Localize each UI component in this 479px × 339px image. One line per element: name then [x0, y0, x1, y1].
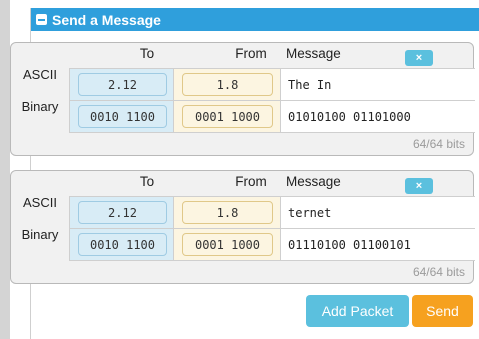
packet-grid: 2.12 1.8 ternet 0010 1100 0001 1000 0111…: [69, 196, 475, 261]
to-binary-value: 0010 1100: [78, 105, 167, 128]
add-packet-button[interactable]: Add Packet: [306, 295, 409, 327]
packet-card: To From Message × ASCII Binary 2.12 1.8 …: [10, 170, 475, 284]
to-column-header: To: [139, 46, 155, 61]
left-scroll-gutter: [0, 0, 10, 339]
remove-packet-button[interactable]: ×: [405, 178, 433, 194]
collapse-minus-icon[interactable]: [36, 14, 47, 25]
ascii-row-label: ASCII: [23, 195, 57, 210]
to-binary-value: 0010 1100: [78, 233, 167, 256]
packet-card: To From Message × ASCII Binary 2.12 1.8 …: [10, 42, 475, 156]
bit-count: 64/64 bits: [412, 265, 465, 279]
from-address-input[interactable]: 1.8: [182, 73, 273, 96]
ascii-from-cell: 1.8: [174, 69, 281, 101]
from-address-input[interactable]: 1.8: [182, 201, 273, 224]
message-column-header: Message: [286, 46, 341, 61]
binary-row-label: Binary: [21, 227, 59, 242]
ascii-to-cell: 2.12: [69, 197, 174, 229]
from-binary-value: 0001 1000: [182, 105, 273, 128]
ascii-row-label: ASCII: [23, 67, 57, 82]
ascii-message-cell[interactable]: The In: [281, 69, 475, 101]
panel-header[interactable]: Send a Message: [31, 8, 479, 31]
remove-packet-button[interactable]: ×: [405, 50, 433, 66]
message-binary-value: 01110100 01100101: [288, 238, 411, 252]
binary-to-cell: 0010 1100: [69, 101, 174, 133]
ascii-message-cell[interactable]: ternet: [281, 197, 475, 229]
to-column-header: To: [139, 174, 155, 189]
send-button[interactable]: Send: [412, 295, 473, 327]
bit-count: 64/64 bits: [412, 137, 465, 151]
message-column-header: Message: [286, 174, 341, 189]
message-ascii-field[interactable]: ternet: [288, 197, 331, 229]
ascii-to-cell: 2.12: [69, 69, 174, 101]
ascii-from-cell: 1.8: [174, 197, 281, 229]
binary-from-cell: 0001 1000: [174, 229, 281, 261]
binary-row-label: Binary: [21, 99, 59, 114]
binary-message-cell: 01110100 01100101: [281, 229, 475, 261]
packet-grid: 2.12 1.8 The In 0010 1100 0001 1000 0101…: [69, 68, 475, 133]
from-binary-value: 0001 1000: [182, 233, 273, 256]
to-address-input[interactable]: 2.12: [78, 73, 167, 96]
panel-title: Send a Message: [52, 11, 161, 28]
binary-to-cell: 0010 1100: [69, 229, 174, 261]
message-binary-value: 01010100 01101000: [288, 110, 411, 124]
message-ascii-field[interactable]: The In: [288, 69, 331, 101]
binary-from-cell: 0001 1000: [174, 101, 281, 133]
to-address-input[interactable]: 2.12: [78, 201, 167, 224]
binary-message-cell: 01010100 01101000: [281, 101, 475, 133]
